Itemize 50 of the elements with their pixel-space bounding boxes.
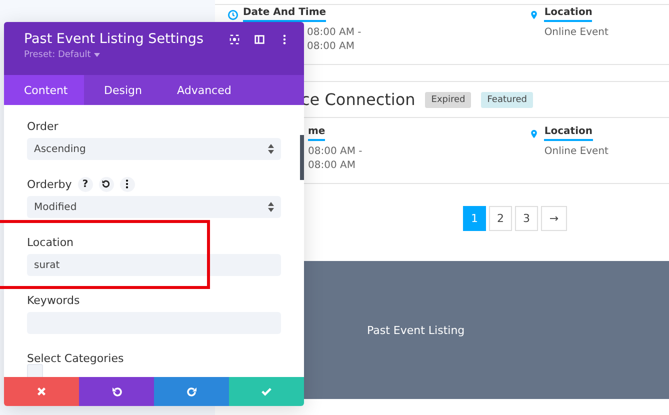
more-button[interactable] <box>120 176 135 192</box>
page-button[interactable]: → <box>541 206 567 231</box>
location-pin-icon <box>529 8 540 20</box>
field-label: Select Categories <box>27 352 124 364</box>
event-location: Online Event <box>544 145 610 159</box>
close-button[interactable] <box>4 377 79 406</box>
save-button[interactable] <box>229 377 304 406</box>
field-label: Keywords <box>27 294 80 306</box>
redo-button[interactable] <box>154 377 229 406</box>
select-field[interactable]: Modified <box>27 196 281 218</box>
close-icon <box>36 386 47 397</box>
field-label: Orderby <box>27 178 72 190</box>
reset-button[interactable] <box>98 176 114 192</box>
sort-arrows-icon <box>268 202 274 212</box>
sidebar-icon <box>254 34 265 44</box>
help-button[interactable]: ? <box>78 176 93 192</box>
scrollbar[interactable] <box>300 135 304 180</box>
field-label: Location <box>27 236 74 248</box>
redo-icon <box>186 386 198 398</box>
location-label: Location <box>544 7 592 22</box>
check-icon <box>261 386 272 397</box>
event-time: 08:00 AM <box>307 40 356 54</box>
select-field[interactable]: Ascending <box>27 138 281 160</box>
page-button[interactable]: 3 <box>515 206 538 231</box>
sort-arrows-icon <box>268 144 274 154</box>
undo-icon <box>110 386 122 398</box>
expired-badge: Expired <box>425 92 472 108</box>
settings-tab[interactable]: Content <box>4 75 84 105</box>
caret-icon <box>94 53 100 57</box>
text-field[interactable]: surat <box>27 254 281 276</box>
page-button[interactable]: 2 <box>489 206 512 231</box>
event-location: Online Event <box>544 26 610 40</box>
footer-title: Past Event Listing <box>367 324 465 336</box>
date-time-label: me <box>308 126 326 141</box>
location-label: Location <box>544 126 593 141</box>
featured-badge: Featured <box>481 92 533 108</box>
clock-icon <box>228 10 238 20</box>
focus-icon <box>229 34 240 44</box>
checkbox[interactable] <box>27 364 43 377</box>
panel-title: Past Event Listing Settings <box>24 31 204 47</box>
reset-icon <box>101 179 112 189</box>
preset-dropdown[interactable]: Preset: Default <box>24 50 100 60</box>
settings-tab[interactable]: Advanced <box>157 75 262 105</box>
undo-button[interactable] <box>79 377 154 406</box>
event-time: 08:00 AM <box>308 159 356 173</box>
location-pin-icon <box>529 128 540 140</box>
event-time: 08:00 AM - <box>307 26 362 40</box>
event-time: 08:00 AM - <box>308 145 364 159</box>
settings-tab[interactable]: Design <box>84 75 157 105</box>
field-label: Order <box>27 120 58 132</box>
